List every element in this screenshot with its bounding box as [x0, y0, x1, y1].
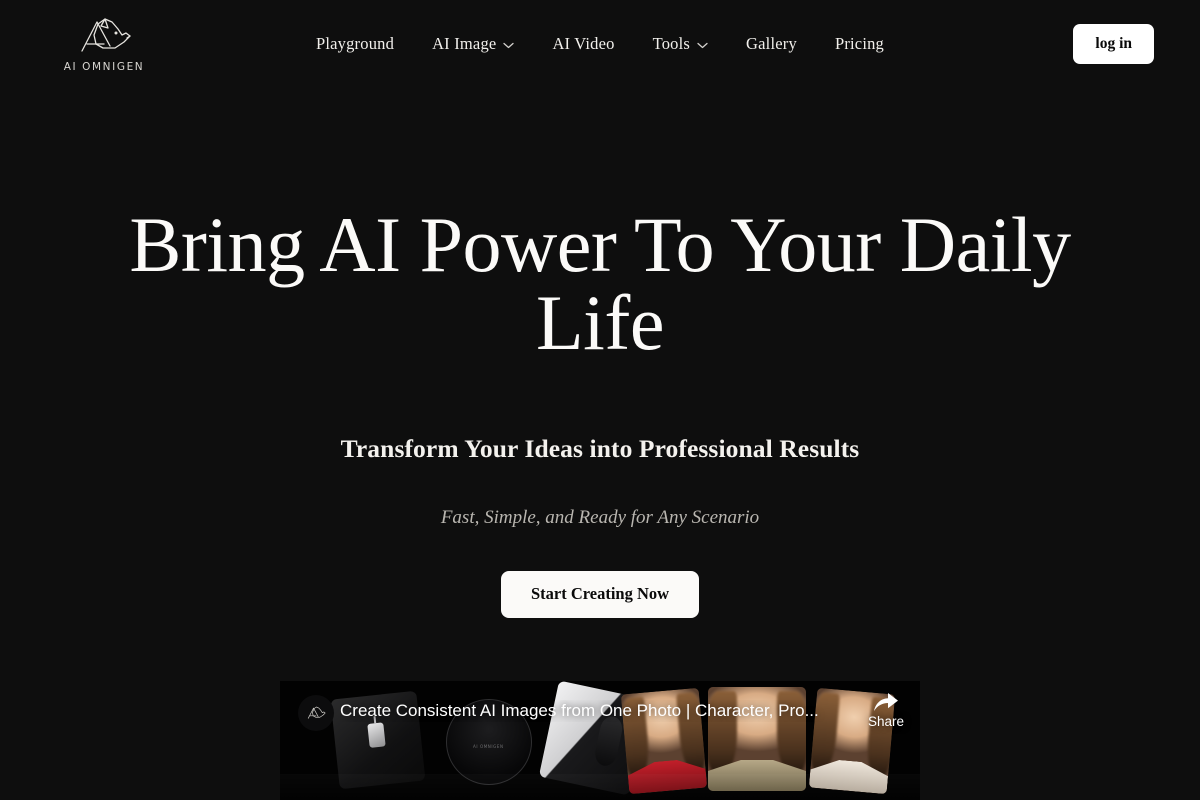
- nav-item-tools[interactable]: Tools: [653, 34, 708, 54]
- chevron-down-icon: [697, 42, 708, 48]
- nav-label: Playground: [315, 34, 395, 53]
- nav-item-gallery[interactable]: Gallery: [746, 34, 797, 54]
- nav-item-ai-image[interactable]: AI Image: [432, 34, 515, 54]
- nav-item-playground[interactable]: Playground: [316, 34, 394, 54]
- hero-tagline: Fast, Simple, and Ready for Any Scenario: [440, 507, 760, 528]
- share-arrow-icon: [873, 693, 898, 711]
- dog-head-logo-icon: [70, 15, 138, 57]
- video-title[interactable]: Create Consistent AI Images from One Pho…: [340, 700, 860, 722]
- hero-subtitle: Transform Your Ideas into Professional R…: [340, 434, 860, 463]
- cta-container: Start Creating Now: [0, 571, 1200, 618]
- thumbnail-logo-text: AI OMNIGEN: [473, 744, 504, 749]
- login-button[interactable]: log in: [1073, 24, 1154, 64]
- site-header: AI OMNIGEN Playground AI Image AI Video …: [0, 0, 1200, 88]
- ai-omnigen-avatar-icon[interactable]: [298, 695, 334, 731]
- brand-logo[interactable]: AI OMNIGEN: [56, 15, 152, 73]
- brand-name: AI OMNIGEN: [63, 61, 145, 73]
- nav-label: Pricing: [834, 34, 885, 53]
- nav-label: AI Image: [432, 34, 497, 53]
- start-creating-now-button[interactable]: Start Creating Now: [500, 571, 700, 618]
- nav-label: Tools: [652, 34, 691, 53]
- video-thumbnail[interactable]: AI OMNIGEN Create Consistent AI Images f…: [280, 681, 920, 800]
- hero-section: Bring AI Power To Your Daily Life Transf…: [0, 206, 1200, 618]
- nav-item-pricing[interactable]: Pricing: [835, 34, 884, 54]
- nav-item-ai-video[interactable]: AI Video: [552, 34, 614, 54]
- share-button[interactable]: Share: [868, 691, 904, 729]
- thumbnail-reflection: [280, 774, 920, 800]
- nav-label: Gallery: [746, 34, 797, 53]
- page-title: Bring AI Power To Your Daily Life: [129, 201, 1071, 366]
- nav-label: AI Video: [552, 34, 615, 53]
- main-navigation: Playground AI Image AI Video Tools Galle…: [0, 34, 1200, 54]
- chevron-down-icon: [503, 42, 515, 48]
- video-embed[interactable]: AI OMNIGEN Create Consistent AI Images f…: [280, 681, 920, 800]
- share-label: Share: [867, 714, 904, 729]
